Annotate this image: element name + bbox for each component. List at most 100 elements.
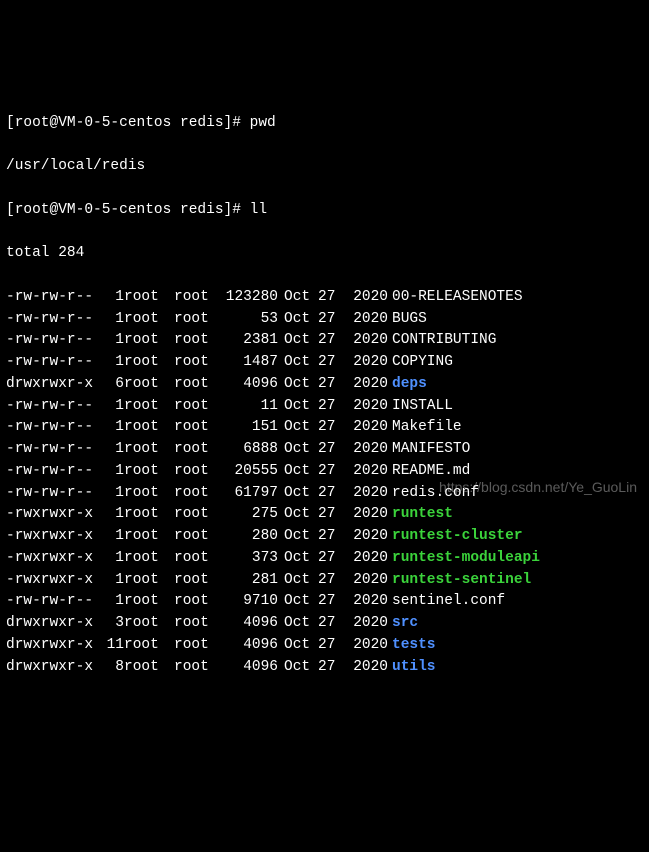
file-day: 27 bbox=[318, 374, 342, 396]
file-day: 27 bbox=[318, 570, 342, 592]
file-name: deps bbox=[392, 374, 427, 396]
file-owner: root bbox=[124, 309, 174, 331]
file-month: Oct bbox=[284, 309, 318, 331]
file-day: 27 bbox=[318, 548, 342, 570]
file-perms: -rw-rw-r-- bbox=[6, 439, 96, 461]
file-year: 2020 bbox=[342, 374, 392, 396]
file-group: root bbox=[174, 548, 224, 570]
file-perms: -rwxrwxr-x bbox=[6, 548, 96, 570]
file-size: 2381 bbox=[224, 330, 284, 352]
file-month: Oct bbox=[284, 461, 318, 483]
file-name: sentinel.conf bbox=[392, 591, 505, 613]
file-month: Oct bbox=[284, 352, 318, 374]
file-name: tests bbox=[392, 635, 436, 657]
file-size: 151 bbox=[224, 417, 284, 439]
file-name: COPYING bbox=[392, 352, 453, 374]
file-links: 1 bbox=[96, 396, 124, 418]
file-links: 1 bbox=[96, 483, 124, 505]
file-group: root bbox=[174, 504, 224, 526]
file-group: root bbox=[174, 309, 224, 331]
file-day: 27 bbox=[318, 309, 342, 331]
file-row: -rwxrwxr-x1 rootroot280Oct272020 runtest… bbox=[6, 526, 643, 548]
file-row: drwxrwxr-x3 rootroot4096Oct272020 src bbox=[6, 613, 643, 635]
file-size: 373 bbox=[224, 548, 284, 570]
file-perms: drwxrwxr-x bbox=[6, 635, 96, 657]
file-year: 2020 bbox=[342, 287, 392, 309]
file-size: 4096 bbox=[224, 613, 284, 635]
file-owner: root bbox=[124, 613, 174, 635]
file-group: root bbox=[174, 591, 224, 613]
file-group: root bbox=[174, 526, 224, 548]
file-size: 53 bbox=[224, 309, 284, 331]
file-month: Oct bbox=[284, 657, 318, 679]
file-links: 6 bbox=[96, 374, 124, 396]
file-links: 1 bbox=[96, 330, 124, 352]
cmd-pwd: pwd bbox=[250, 115, 276, 131]
file-day: 27 bbox=[318, 417, 342, 439]
file-month: Oct bbox=[284, 526, 318, 548]
file-name: runtest-cluster bbox=[392, 526, 523, 548]
file-perms: -rw-rw-r-- bbox=[6, 483, 96, 505]
file-owner: root bbox=[124, 526, 174, 548]
file-owner: root bbox=[124, 570, 174, 592]
file-group: root bbox=[174, 330, 224, 352]
file-month: Oct bbox=[284, 504, 318, 526]
file-links: 11 bbox=[96, 635, 124, 657]
terminal-output[interactable]: [root@VM-0-5-centos redis]# pwd /usr/loc… bbox=[6, 91, 643, 700]
file-perms: -rw-rw-r-- bbox=[6, 330, 96, 352]
file-month: Oct bbox=[284, 613, 318, 635]
file-name: runtest-sentinel bbox=[392, 570, 531, 592]
file-perms: -rw-rw-r-- bbox=[6, 461, 96, 483]
file-month: Oct bbox=[284, 591, 318, 613]
file-name: README.md bbox=[392, 461, 470, 483]
file-links: 1 bbox=[96, 352, 124, 374]
prompt-line-2: [root@VM-0-5-centos redis]# ll bbox=[6, 200, 643, 222]
cmd-ll: ll bbox=[250, 202, 267, 218]
file-month: Oct bbox=[284, 374, 318, 396]
file-group: root bbox=[174, 613, 224, 635]
file-size: 281 bbox=[224, 570, 284, 592]
file-month: Oct bbox=[284, 417, 318, 439]
file-name: utils bbox=[392, 657, 436, 679]
file-owner: root bbox=[124, 591, 174, 613]
file-month: Oct bbox=[284, 439, 318, 461]
file-month: Oct bbox=[284, 287, 318, 309]
file-size: 20555 bbox=[224, 461, 284, 483]
file-owner: root bbox=[124, 417, 174, 439]
file-day: 27 bbox=[318, 635, 342, 657]
file-month: Oct bbox=[284, 396, 318, 418]
file-row: drwxrwxr-x11 rootroot4096Oct272020 tests bbox=[6, 635, 643, 657]
file-perms: drwxrwxr-x bbox=[6, 374, 96, 396]
file-owner: root bbox=[124, 461, 174, 483]
file-owner: root bbox=[124, 504, 174, 526]
file-day: 27 bbox=[318, 287, 342, 309]
file-perms: -rwxrwxr-x bbox=[6, 504, 96, 526]
file-year: 2020 bbox=[342, 417, 392, 439]
file-day: 27 bbox=[318, 396, 342, 418]
file-month: Oct bbox=[284, 635, 318, 657]
file-group: root bbox=[174, 439, 224, 461]
file-links: 1 bbox=[96, 526, 124, 548]
file-day: 27 bbox=[318, 330, 342, 352]
file-links: 1 bbox=[96, 461, 124, 483]
file-size: 123280 bbox=[224, 287, 284, 309]
file-size: 4096 bbox=[224, 374, 284, 396]
file-perms: -rw-rw-r-- bbox=[6, 352, 96, 374]
file-size: 11 bbox=[224, 396, 284, 418]
file-day: 27 bbox=[318, 461, 342, 483]
file-owner: root bbox=[124, 330, 174, 352]
file-size: 6888 bbox=[224, 439, 284, 461]
file-row: -rw-rw-r--1 rootroot2381Oct272020 CONTRI… bbox=[6, 330, 643, 352]
file-year: 2020 bbox=[342, 309, 392, 331]
file-group: root bbox=[174, 657, 224, 679]
file-year: 2020 bbox=[342, 526, 392, 548]
prompt-text: [root@VM-0-5-centos redis]# bbox=[6, 202, 250, 218]
file-row: -rw-rw-r--1 rootroot11Oct272020 INSTALL bbox=[6, 396, 643, 418]
file-perms: -rwxrwxr-x bbox=[6, 526, 96, 548]
file-year: 2020 bbox=[342, 352, 392, 374]
file-name: 00-RELEASENOTES bbox=[392, 287, 523, 309]
prompt-line-1: [root@VM-0-5-centos redis]# pwd bbox=[6, 113, 643, 135]
file-perms: -rwxrwxr-x bbox=[6, 570, 96, 592]
file-row: -rwxrwxr-x1 rootroot281Oct272020 runtest… bbox=[6, 570, 643, 592]
file-owner: root bbox=[124, 396, 174, 418]
